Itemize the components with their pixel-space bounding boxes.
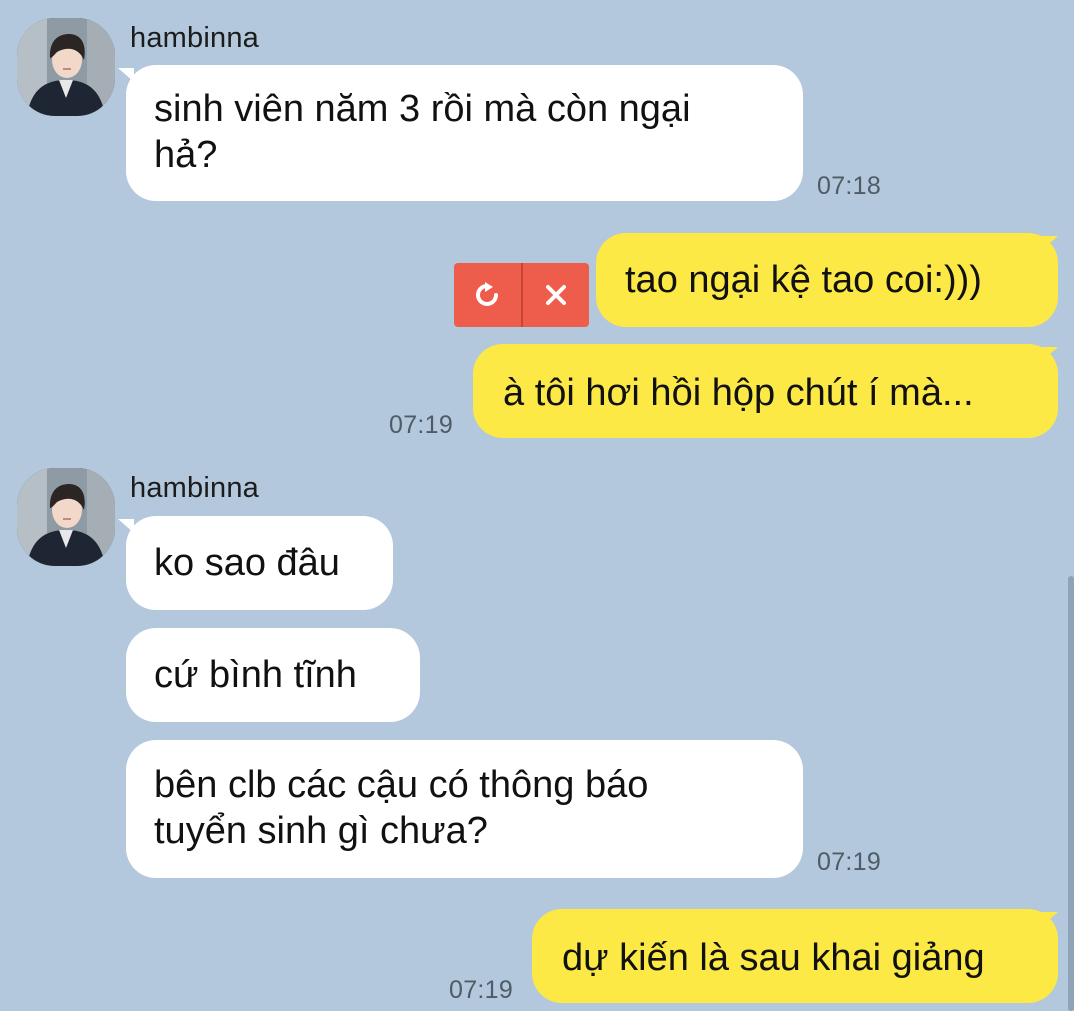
- close-icon: [545, 285, 566, 305]
- scrollbar[interactable]: [1068, 576, 1074, 1011]
- message-line: sinh viên năm 3 rồi mà còn ngại: [154, 88, 691, 130]
- message-line: hả?: [154, 134, 218, 176]
- avatar-image: [17, 18, 115, 116]
- message-bubble[interactable]: tao ngại kệ tao coi:))): [596, 233, 1058, 327]
- message-text: tao ngại kệ tao coi:))): [625, 259, 982, 301]
- sender-name: hambinna: [130, 22, 259, 54]
- message-time: 07:19: [389, 411, 454, 439]
- retry-button[interactable]: [454, 263, 521, 327]
- avatar[interactable]: [17, 18, 115, 116]
- message-bubble[interactable]: bên clb các cậu có thông báo tuyển sinh …: [126, 740, 803, 878]
- delete-button[interactable]: [523, 263, 590, 327]
- avatar[interactable]: [17, 468, 115, 566]
- send-failed-actions: [454, 263, 589, 327]
- message-line: bên clb các cậu có thông báo: [154, 764, 649, 806]
- message-bubble[interactable]: ko sao đâu: [126, 516, 393, 610]
- message-text: ko sao đâu: [154, 542, 340, 584]
- message-time: 07:18: [817, 172, 882, 200]
- message-bubble[interactable]: cứ bình tĩnh: [126, 628, 420, 722]
- message-bubble[interactable]: à tôi hơi hồi hộp chút í mà...: [473, 344, 1058, 438]
- message-bubble[interactable]: sinh viên năm 3 rồi mà còn ngại hả?: [126, 65, 803, 201]
- retry-icon: [476, 282, 499, 306]
- message-text: cứ bình tĩnh: [154, 654, 357, 696]
- message-time: 07:19: [449, 976, 514, 1004]
- message-line: tuyển sinh gì chưa?: [154, 810, 488, 852]
- message-bubble[interactable]: dự kiến là sau khai giảng: [532, 909, 1058, 1003]
- sender-name: hambinna: [130, 472, 259, 504]
- avatar-image: [17, 468, 115, 566]
- message-time: 07:19: [817, 848, 882, 876]
- message-text: dự kiến là sau khai giảng: [562, 937, 985, 979]
- message-text: à tôi hơi hồi hộp chút í mà...: [503, 372, 974, 414]
